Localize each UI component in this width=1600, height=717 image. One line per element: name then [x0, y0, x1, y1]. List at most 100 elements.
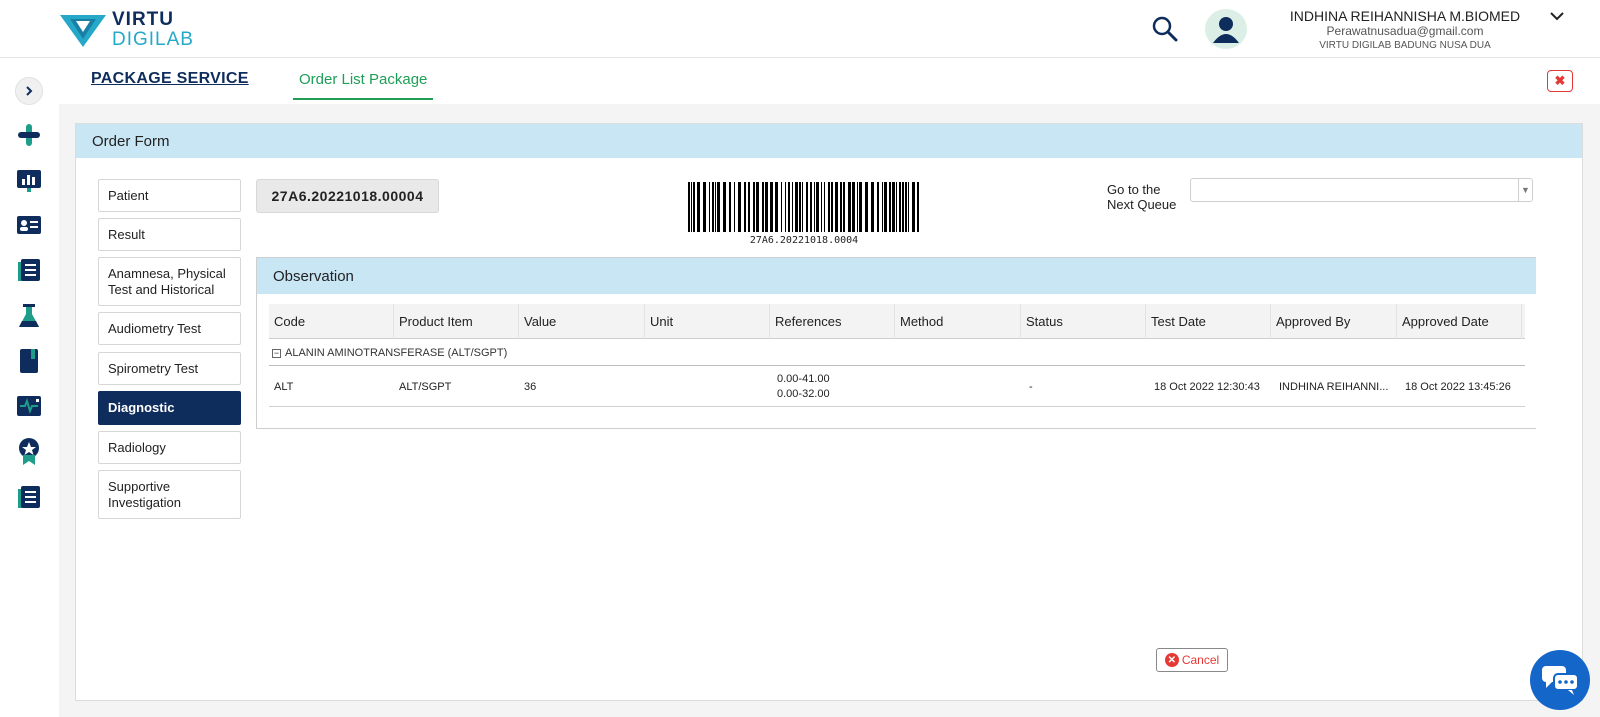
barcode-bar	[795, 182, 798, 232]
brand-logo[interactable]: VIRTU DIGILAB	[60, 9, 210, 51]
barcode-bar	[814, 182, 815, 232]
chevron-down-icon	[1550, 12, 1564, 21]
sidebar-item-laboratory[interactable]	[15, 302, 43, 330]
sidebar-item-monitoring[interactable]	[15, 392, 43, 420]
nav-item-patient[interactable]: Patient	[98, 179, 241, 212]
barcode-bar	[738, 182, 741, 232]
table-row[interactable]: ALT ALT/SGPT 36 0.00-41.00 0.00-32.00 - …	[269, 367, 1525, 407]
sidebar-expand-button[interactable]	[15, 77, 43, 105]
cell-code: ALT	[274, 381, 294, 393]
logo-mark-icon	[60, 15, 106, 47]
group-row: − ALANIN AMINOTRANSFERASE (ALT/SGPT)	[269, 340, 1525, 366]
barcode-bar	[715, 182, 716, 232]
nav-item-spirometry[interactable]: Spirometry Test	[98, 352, 241, 385]
close-button[interactable]: ✖	[1547, 70, 1573, 92]
barcode-bar	[717, 182, 720, 232]
nav-item-supportive[interactable]: Supportive Investigation	[98, 470, 241, 519]
barcode-bar	[857, 182, 858, 232]
sidebar-item-reports[interactable]	[15, 483, 43, 511]
barcode-bar	[709, 182, 710, 232]
tab-package-service[interactable]: PACKAGE SERVICE	[91, 70, 249, 88]
barcode-bar	[762, 182, 764, 232]
barcode-bar	[806, 182, 808, 232]
user-avatar[interactable]	[1205, 9, 1247, 49]
column-header[interactable]: Method	[895, 304, 1021, 339]
live-chat-button[interactable]	[1530, 650, 1590, 710]
barcode-bar	[691, 182, 692, 232]
barcode-bar	[882, 182, 883, 232]
reference-range: 0.00-32.00	[777, 388, 830, 400]
column-header[interactable]: Status	[1021, 304, 1146, 339]
sidebar-item-health[interactable]	[15, 121, 43, 149]
column-header[interactable]: Unit	[645, 304, 770, 339]
user-name: INDHINA REIHANNISHA M.BIOMED	[1289, 8, 1521, 24]
barcode-bar	[712, 182, 714, 232]
brand-name-line2: DIGILAB	[112, 29, 194, 50]
cell-value: 36	[524, 381, 537, 393]
collapse-toggle-icon[interactable]: −	[272, 349, 281, 358]
barcode-bar	[831, 182, 833, 232]
barcode-bar	[835, 182, 838, 232]
barcode-bar	[865, 182, 868, 232]
column-header[interactable]: Approved Date	[1397, 304, 1522, 339]
nav-item-anamnesa[interactable]: Anamnesa, Physical Test and Historical	[98, 257, 241, 306]
barcode-bar	[871, 182, 874, 232]
column-header[interactable]: Code	[269, 304, 394, 339]
observation-title: Observation	[257, 258, 1536, 294]
barcode-bar	[792, 182, 793, 232]
close-icon: ✖	[1554, 73, 1566, 88]
cancel-button[interactable]: ✕ Cancel	[1156, 648, 1228, 672]
sidebar-item-awards[interactable]	[15, 437, 43, 465]
column-header[interactable]: Product Item	[394, 304, 519, 339]
records-book-icon	[18, 259, 40, 281]
sidebar	[0, 58, 58, 717]
barcode-bar	[905, 182, 907, 232]
sidebar-item-notes[interactable]	[15, 347, 43, 375]
cell-references: 0.00-41.00 0.00-32.00	[770, 367, 895, 407]
nav-item-radiology[interactable]: Radiology	[98, 431, 241, 464]
nav-item-result[interactable]: Result	[98, 218, 241, 251]
barcode-bar	[828, 182, 830, 232]
column-header[interactable]: Test Date	[1146, 304, 1271, 339]
user-menu-toggle[interactable]	[1548, 10, 1566, 24]
barcode-bar	[734, 182, 735, 232]
notebook-icon	[20, 349, 38, 373]
next-queue-label: Go to the Next Queue	[1107, 182, 1177, 212]
barcode-bar	[756, 182, 759, 232]
order-form-title: Order Form	[76, 124, 1582, 158]
chevron-down-icon: ▼	[1518, 179, 1532, 201]
sidebar-item-patients[interactable]	[15, 211, 43, 239]
id-card-icon	[17, 216, 41, 234]
order-number-badge: 27A6.20221018.00004	[256, 179, 439, 213]
next-queue-select[interactable]: ▼	[1190, 178, 1533, 202]
sidebar-item-dashboard[interactable]	[15, 166, 43, 194]
nav-item-audiometry[interactable]: Audiometry Test	[98, 312, 241, 345]
barcode-bar	[693, 182, 695, 232]
user-branch: VIRTU DIGILAB BADUNG NUSA DUA	[1319, 40, 1491, 51]
barcode-bar	[912, 182, 915, 232]
column-header[interactable]: References	[770, 304, 895, 339]
brand-name-line1: VIRTU	[112, 9, 174, 30]
table-header: Code Product Item Value Unit References …	[269, 304, 1525, 339]
barcode-bar	[723, 182, 726, 232]
tab-order-list-package[interactable]: Order List Package	[293, 71, 434, 100]
nav-item-diagnostic[interactable]: Diagnostic	[98, 391, 241, 425]
column-header[interactable]: Value	[519, 304, 645, 339]
search-button[interactable]	[1150, 14, 1180, 44]
group-label: ALANIN AMINOTRANSFERASE (ALT/SGPT)	[285, 347, 508, 359]
chat-bubble-icon	[1542, 666, 1579, 695]
barcode-bar	[917, 182, 919, 232]
barcode-bar	[816, 182, 819, 232]
barcode-bar	[889, 182, 891, 232]
column-header[interactable]: Approved By	[1271, 304, 1397, 339]
sidebar-item-records[interactable]	[15, 256, 43, 284]
barcode-bar	[852, 182, 855, 232]
barcode-bar	[877, 182, 879, 232]
user-email: Perawatnusadua@gmail.com	[1326, 24, 1484, 38]
order-barcode	[688, 182, 919, 232]
observation-panel: Observation Code Product Item Value Unit…	[256, 257, 1536, 429]
cell-unit	[645, 367, 770, 407]
cell-product-item: ALT/SGPT	[399, 381, 452, 393]
barcode-bar	[824, 182, 825, 232]
barcode-bar	[840, 182, 842, 232]
